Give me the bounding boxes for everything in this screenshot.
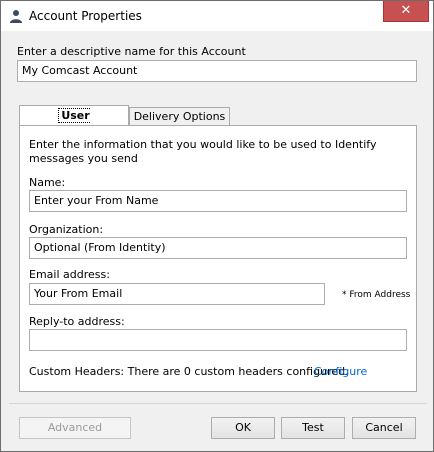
ok-button[interactable]: OK (211, 417, 275, 439)
close-button[interactable]: ✕ (383, 1, 429, 22)
reply-to-field[interactable] (29, 329, 407, 351)
intro-text: Enter the information that you would lik… (29, 138, 377, 165)
tab-user-information[interactable]: User Information (19, 105, 129, 142)
tab-delivery-options-label: Delivery Options (133, 110, 226, 123)
test-button[interactable]: Test (281, 417, 345, 439)
user-icon (10, 10, 22, 23)
account-name-label: Enter a descriptive name for this Accoun… (17, 45, 246, 58)
account-name-field[interactable]: My Comcast Account (17, 60, 417, 82)
configure-link[interactable]: Configure (314, 365, 367, 378)
reply-to-label: Reply-to address: (29, 315, 125, 328)
email-note: * From Address (342, 290, 411, 300)
email-label: Email address: (29, 268, 110, 281)
user-information-panel: Enter the information that you would lik… (19, 125, 417, 392)
title-bar: Account Properties ✕ (1, 1, 433, 31)
organization-field[interactable]: Optional (From Identity) (29, 237, 407, 259)
organization-label: Organization: (29, 223, 104, 236)
tab-delivery-options[interactable]: Delivery Options (129, 107, 230, 126)
cancel-button[interactable]: Cancel (352, 417, 416, 439)
window-title: Account Properties (29, 9, 142, 23)
name-field[interactable]: Enter your From Name (29, 190, 407, 212)
account-properties-dialog: Account Properties ✕ Enter a descriptive… (0, 0, 434, 452)
advanced-button[interactable]: Advanced (19, 417, 131, 439)
custom-headers-text: Custom Headers: There are 0 custom heade… (29, 365, 349, 378)
separator (9, 403, 427, 404)
close-icon: ✕ (400, 3, 412, 18)
name-label: Name: (29, 176, 66, 189)
email-field[interactable]: Your From Email (29, 283, 325, 305)
